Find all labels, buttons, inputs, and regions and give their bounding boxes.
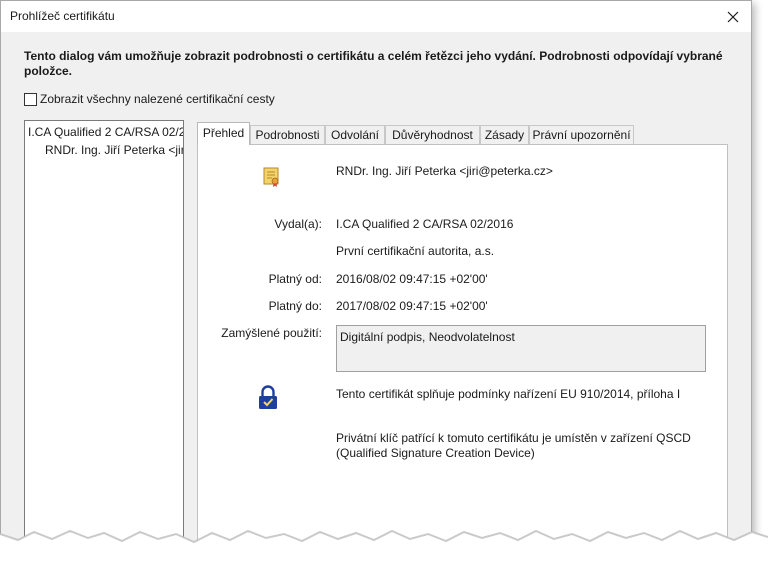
show-all-paths-checkbox[interactable] bbox=[24, 92, 37, 106]
valid-to-label: Platný do: bbox=[268, 299, 322, 313]
title-bar: Prohlížeč certifikátu bbox=[1, 1, 751, 32]
tab-trust[interactable]: Důvěryhodnost bbox=[385, 125, 480, 145]
intended-use-label: Zamýšlené použití: bbox=[221, 326, 322, 340]
padlock-icon bbox=[259, 385, 277, 409]
show-all-paths-option[interactable]: Zobrazit všechny nalezené certifikační c… bbox=[24, 92, 275, 106]
tree-item-issuer[interactable]: I.CA Qualified 2 CA/RSA 02/2016 bbox=[28, 124, 183, 141]
valid-to-value: 2017/08/02 09:47:15 +02'00' bbox=[336, 299, 488, 313]
show-all-paths-label: Zobrazit všechny nalezené certifikační c… bbox=[40, 92, 275, 106]
intended-use-value: Digitální podpis, Neodvolatelnost bbox=[340, 330, 515, 344]
qscd-note-line-1: Privátní klíč patřící k tomuto certifiká… bbox=[336, 431, 691, 445]
valid-from-value: 2016/08/02 09:47:15 +02'00' bbox=[336, 272, 488, 286]
tab-overview[interactable]: Přehled bbox=[197, 122, 250, 145]
qscd-note-line-2: (Qualified Signature Creation Device) bbox=[336, 446, 535, 460]
intended-use-field[interactable]: Digitální podpis, Neodvolatelnost bbox=[336, 325, 706, 372]
close-button[interactable] bbox=[715, 1, 751, 32]
tab-details[interactable]: Podrobnosti bbox=[250, 125, 325, 145]
certificate-viewer-dialog: Prohlížeč certifikátu Tento dialog vám u… bbox=[0, 0, 752, 545]
window-title: Prohlížeč certifikátu bbox=[10, 9, 115, 23]
close-icon bbox=[727, 11, 739, 22]
tab-legal-notice[interactable]: Právní upozornění bbox=[529, 125, 634, 145]
certificate-chain-tree[interactable]: I.CA Qualified 2 CA/RSA 02/2016 RNDr. In… bbox=[24, 120, 184, 544]
torn-edge bbox=[0, 529, 768, 565]
tab-policies[interactable]: Zásady bbox=[480, 125, 529, 145]
qualified-certificate-note: Tento certifikát splňuje podmínky naříze… bbox=[336, 387, 681, 401]
issuer-organization: První certifikační autorita, a.s. bbox=[336, 244, 495, 258]
subject-name: RNDr. Ing. Jiří Peterka <jiri@peterka.cz… bbox=[336, 164, 553, 178]
overview-panel: RNDr. Ing. Jiří Peterka <jiri@peterka.cz… bbox=[197, 144, 728, 544]
issued-by-value: I.CA Qualified 2 CA/RSA 02/2016 bbox=[336, 217, 514, 231]
tab-revocation[interactable]: Odvolání bbox=[325, 125, 385, 145]
issued-by-label: Vydal(a): bbox=[274, 217, 322, 231]
certificate-icon bbox=[263, 167, 279, 187]
qscd-note: Privátní klíč patřící k tomuto certifiká… bbox=[336, 431, 716, 461]
valid-from-label: Platný od: bbox=[268, 272, 322, 286]
intro-text: Tento dialog vám umožňuje zobrazit podro… bbox=[24, 49, 723, 78]
tree-item-subject[interactable]: RNDr. Ing. Jiří Peterka <jiri@peterka.cz… bbox=[45, 142, 183, 159]
